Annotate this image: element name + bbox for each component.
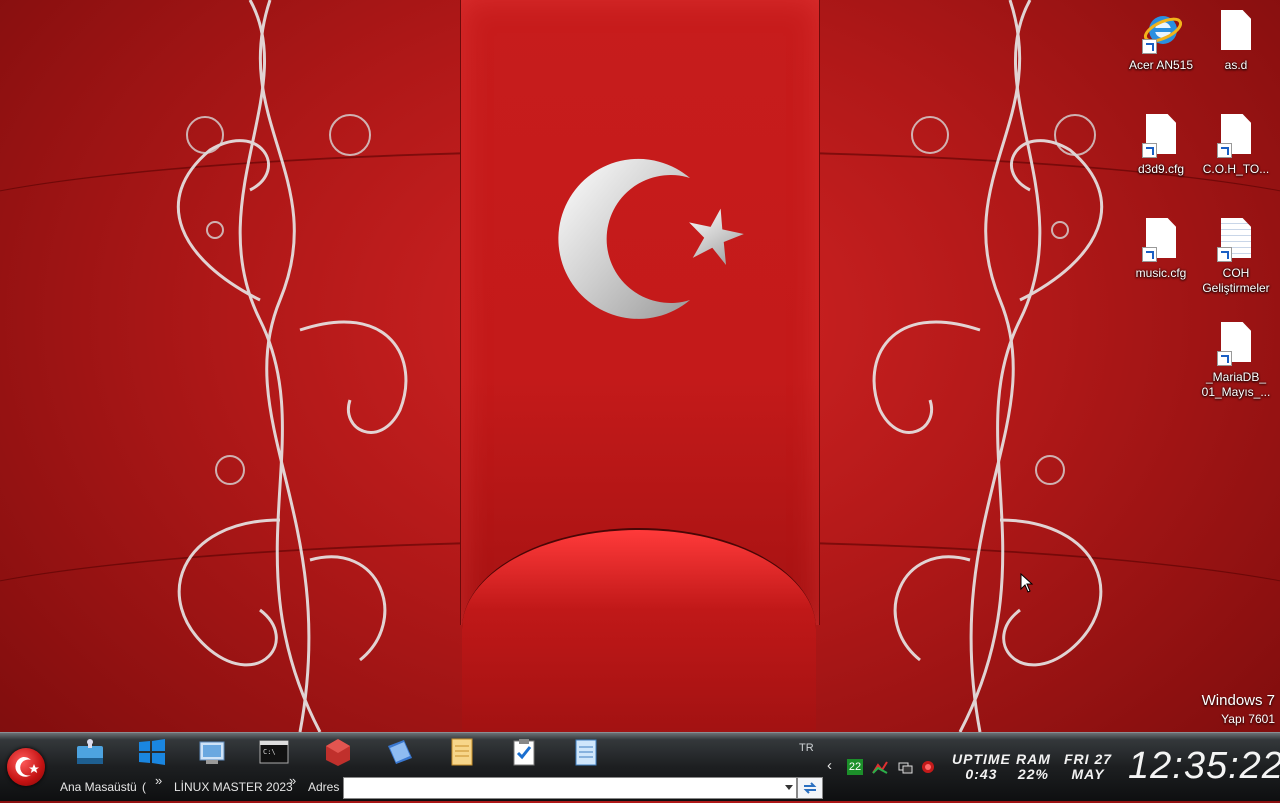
desktop-icon-coh-to[interactable]: C.O.H_TO...	[1200, 112, 1272, 177]
text-document-shortcut-icon	[1217, 216, 1255, 262]
desktop-icon-label: COH Geliştirmeler	[1202, 266, 1270, 295]
desktop-icon-label: as.d	[1224, 58, 1248, 72]
svg-text:C:\: C:\	[263, 748, 276, 756]
toolbar-linux-label[interactable]: LİNUX MASTER 2023	[174, 780, 293, 794]
desktop-icon-mariadb[interactable]: _MariaDB_ 01_Mayıs_...	[1200, 320, 1272, 400]
address-input[interactable]	[343, 777, 797, 799]
show-hidden-icons-button[interactable]: ‹	[827, 757, 832, 774]
network-icon[interactable]	[897, 759, 913, 775]
uptime-value: 0:43	[965, 766, 998, 782]
toolbar-desktop-label[interactable]: Ana Masaüstü	[60, 780, 137, 794]
date-widget: FRI 27 MAY	[1064, 752, 1112, 782]
windows-watermark: Windows 7 Yapı 7601	[1202, 692, 1275, 726]
watermark-build: Yapı 7601	[1221, 712, 1275, 726]
start-button[interactable]	[7, 748, 45, 786]
internet-explorer-icon	[1142, 8, 1183, 54]
removable-drive-icon[interactable]	[74, 736, 106, 768]
silver-swirls-graphic	[176, 0, 1104, 732]
command-prompt-icon[interactable]: C:\	[258, 736, 290, 768]
go-arrows-icon	[803, 782, 817, 794]
uptime-widget: UPTIME 0:43	[952, 752, 1011, 782]
uptime-label: UPTIME	[952, 751, 1011, 767]
document-shortcut-icon	[1142, 112, 1180, 158]
document-shortcut-icon	[1142, 216, 1180, 262]
green-badge-icon[interactable]: 22	[847, 759, 863, 775]
date-month: MAY	[1071, 766, 1105, 782]
desktop-icon-d3d9[interactable]: d3d9.cfg	[1125, 112, 1197, 177]
crescent-star-icon	[15, 756, 39, 777]
desktop-icon-music[interactable]: music.cfg	[1125, 216, 1197, 281]
watermark-os: Windows 7	[1201, 692, 1275, 709]
address-go-button[interactable]	[797, 777, 823, 799]
notepad-icon[interactable]	[570, 736, 602, 768]
book-icon[interactable]	[384, 736, 416, 768]
notes-icon[interactable]	[446, 736, 478, 768]
toolbar-desktop-separator: (	[142, 780, 146, 794]
desktop-icon-label: music.cfg	[1135, 266, 1187, 280]
desktop-icon-coh-gelistirmeler[interactable]: COH Geliştirmeler	[1200, 216, 1272, 296]
address-dropdown-icon[interactable]	[785, 785, 793, 790]
desktop-icon-label: Acer AN515	[1128, 58, 1194, 72]
windows-logo-icon[interactable]	[136, 736, 168, 768]
taskbar: C:\ TR Ana Masaüstü ( » LİNUX MASTER 202…	[0, 732, 1280, 801]
ram-value: 22%	[1017, 766, 1049, 782]
ram-widget: RAM 22%	[1016, 752, 1051, 782]
mouse-cursor-icon	[1020, 573, 1034, 593]
toolbar-chevron-icon[interactable]: »	[289, 773, 296, 788]
crescent-star-graphic	[558, 158, 744, 319]
document-shortcut-icon	[1217, 112, 1255, 158]
network-graph-icon[interactable]	[872, 759, 888, 775]
document-shortcut-icon	[1217, 320, 1255, 366]
desktop-icon-acer[interactable]: Acer AN515	[1125, 8, 1197, 73]
desktop-icon-label: C.O.H_TO...	[1202, 162, 1270, 176]
antivirus-icon[interactable]	[920, 759, 936, 775]
package-icon[interactable]	[322, 736, 354, 768]
clipboard-check-icon[interactable]	[508, 736, 540, 768]
language-indicator[interactable]: TR	[799, 742, 814, 754]
desktop-icon-as-d[interactable]: as.d	[1200, 8, 1272, 73]
desktop-icon-label: _MariaDB_ 01_Mayıs_...	[1201, 370, 1271, 399]
date-day: FRI 27	[1064, 751, 1113, 767]
document-icon	[1217, 8, 1255, 54]
address-label: Adres	[308, 780, 340, 794]
control-panel-icon[interactable]	[196, 736, 228, 768]
shortcut-arrow-icon	[1142, 39, 1157, 54]
toolbar-chevron-icon[interactable]: »	[155, 773, 162, 788]
desktop-icon-label: d3d9.cfg	[1137, 162, 1185, 176]
ram-label: RAM	[1016, 751, 1051, 767]
taskbar-clock[interactable]: 12:35:22	[1128, 745, 1280, 788]
desktop-wallpaper	[0, 0, 1280, 732]
